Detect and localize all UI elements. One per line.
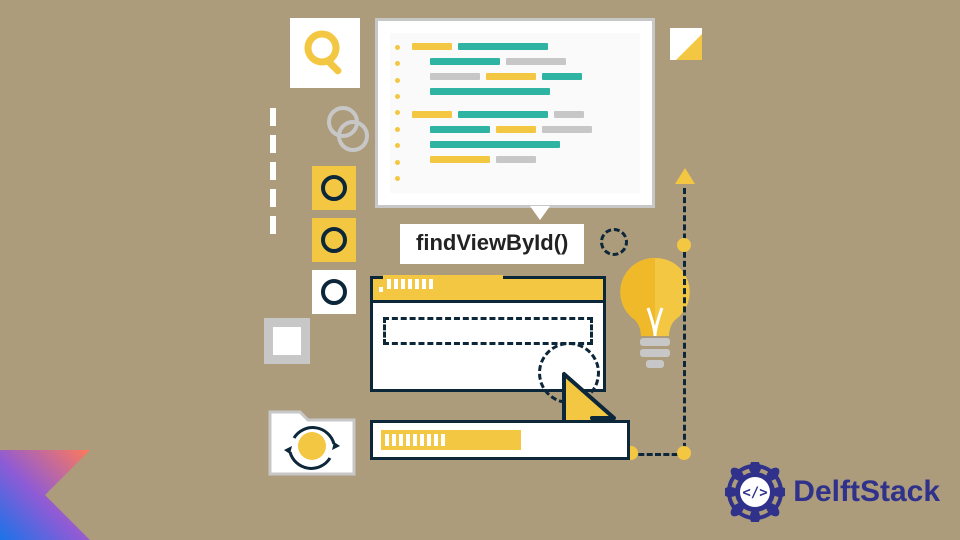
method-label: findViewById(): [400, 224, 584, 264]
layered-square-icon: [264, 318, 310, 364]
ring-tile-3: [312, 270, 356, 314]
illustration-stage: findViewById(): [270, 18, 750, 518]
lightbulb-icon: [610, 248, 700, 388]
triangle-tile: [670, 28, 702, 60]
arrowhead-up-icon: [675, 168, 695, 184]
ring-tile-2: [312, 218, 356, 262]
speech-pointer-icon: [530, 206, 550, 220]
search-tile: [290, 18, 360, 88]
dashed-path-vertical: [683, 188, 686, 458]
folder-refresh-icon: [264, 388, 360, 484]
path-dot: [677, 446, 691, 460]
brand-block: </> DelftStack: [725, 462, 940, 522]
tick-marks: [270, 108, 276, 234]
code-lines: [412, 43, 632, 163]
overlap-circles-icon: [325, 104, 371, 156]
progress-strip: [383, 275, 503, 293]
kotlin-logo-icon: [0, 450, 90, 540]
path-dot: [677, 238, 691, 252]
dashed-input-field: [383, 317, 593, 345]
brand-text: DelftStack: [793, 475, 940, 509]
magnifier-icon: [302, 28, 350, 80]
lower-progress-bar: [370, 420, 630, 460]
ring-tile-1: [312, 166, 356, 210]
code-editor-panel: [375, 18, 655, 208]
